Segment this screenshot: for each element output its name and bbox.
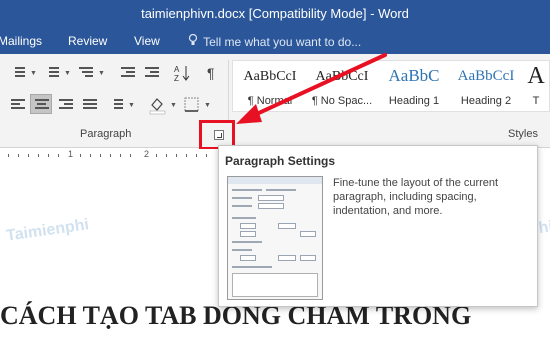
chevron-down-icon[interactable]: ▼ bbox=[170, 102, 177, 109]
tell-me-placeholder: Tell me what you want to do... bbox=[203, 35, 362, 49]
chevron-down-icon[interactable]: ▼ bbox=[128, 102, 135, 109]
ribbon-tabs: Mailings Review View Tell me what you wa… bbox=[0, 28, 550, 54]
tab-view[interactable]: View bbox=[134, 34, 160, 48]
style-heading-2[interactable]: AaBbCcI Heading 2 bbox=[451, 61, 521, 113]
word-window: taimienphivn.docx [Compatibility Mode] -… bbox=[0, 0, 550, 347]
line-spacing-button[interactable] bbox=[104, 94, 126, 114]
justify-icon bbox=[83, 99, 97, 111]
borders-button[interactable] bbox=[180, 94, 202, 114]
decrease-indent-button[interactable] bbox=[116, 62, 138, 82]
style-name: Heading 1 bbox=[388, 95, 440, 107]
svg-text:A: A bbox=[174, 65, 180, 74]
bullets-button[interactable] bbox=[6, 62, 28, 82]
style-sample: AaBbCcI bbox=[315, 69, 369, 84]
align-center-icon bbox=[35, 99, 49, 111]
line-spacing-icon bbox=[109, 99, 123, 111]
sort-button[interactable]: AZ bbox=[170, 62, 192, 83]
style-title[interactable]: A T bbox=[521, 61, 550, 113]
sort-icon: AZ bbox=[174, 65, 190, 83]
style-heading-1[interactable]: AaBbC Heading 1 bbox=[379, 61, 449, 113]
increase-indent-button[interactable] bbox=[140, 62, 162, 82]
style-normal[interactable]: AaBbCcI ¶ Normal bbox=[235, 61, 305, 113]
pilcrow-icon: ¶ bbox=[207, 65, 215, 81]
align-right-button[interactable] bbox=[54, 94, 76, 114]
numbering-button[interactable] bbox=[40, 62, 62, 82]
align-left-icon bbox=[11, 99, 25, 111]
style-name: ¶ No Spac... bbox=[311, 95, 373, 107]
ruler-number: 2 bbox=[144, 149, 150, 159]
tell-me-box[interactable]: Tell me what you want to do... bbox=[188, 33, 362, 49]
title-bar: taimienphivn.docx [Compatibility Mode] -… bbox=[0, 0, 550, 28]
multilevel-list-button[interactable] bbox=[74, 62, 96, 82]
style-sample: A bbox=[527, 63, 545, 89]
styles-gallery: AaBbCcI ¶ Normal AaBbCcI ¶ No Spac... Aa… bbox=[232, 60, 550, 112]
style-name: Heading 2 bbox=[460, 95, 512, 107]
style-name: ¶ Normal bbox=[247, 95, 293, 107]
chevron-down-icon[interactable]: ▼ bbox=[98, 70, 105, 77]
justify-button[interactable] bbox=[78, 94, 100, 114]
window-title: taimienphivn.docx [Compatibility Mode] -… bbox=[141, 6, 409, 21]
borders-icon bbox=[184, 97, 199, 112]
style-sample: AaBbCcI bbox=[457, 68, 515, 84]
bullets-icon bbox=[11, 67, 25, 79]
style-sample: AaBbC bbox=[388, 66, 440, 85]
tab-mailings[interactable]: Mailings bbox=[0, 34, 42, 48]
ruler-number: 1 bbox=[68, 149, 74, 159]
chevron-down-icon[interactable]: ▼ bbox=[64, 70, 71, 77]
numbering-icon bbox=[45, 67, 59, 79]
align-center-button[interactable] bbox=[30, 94, 52, 114]
paragraph-dialog-thumbnail bbox=[227, 176, 323, 300]
paint-bucket-icon bbox=[149, 98, 166, 115]
multilevel-list-icon bbox=[79, 67, 93, 79]
increase-indent-icon bbox=[145, 67, 159, 79]
chevron-down-icon[interactable]: ▼ bbox=[30, 70, 37, 77]
lightbulb-icon bbox=[188, 33, 200, 49]
align-left-button[interactable] bbox=[6, 94, 28, 114]
decrease-indent-icon bbox=[121, 67, 135, 79]
tooltip-description: Fine-tune the layout of the current para… bbox=[333, 177, 499, 217]
align-right-icon bbox=[59, 99, 73, 111]
style-name: T bbox=[532, 95, 540, 107]
tooltip-title: Paragraph Settings bbox=[225, 154, 336, 168]
style-sample: AaBbCcI bbox=[243, 69, 297, 84]
svg-text:Z: Z bbox=[174, 74, 179, 83]
paragraph-settings-tooltip: Paragraph Settings Fine-tune the layout … bbox=[218, 145, 538, 307]
svg-text:¶: ¶ bbox=[207, 65, 215, 81]
group-divider bbox=[228, 60, 229, 122]
paragraph-group-label: Paragraph bbox=[80, 128, 132, 140]
styles-group-label: Styles bbox=[508, 128, 538, 140]
shading-button[interactable] bbox=[146, 94, 168, 115]
tab-review[interactable]: Review bbox=[68, 34, 107, 48]
ribbon: ▼ ▼ ▼ AZ ¶ ▼ ▼ ▼ Paragraph AaBbCcI ¶ Nor… bbox=[0, 54, 550, 148]
style-no-spacing[interactable]: AaBbCcI ¶ No Spac... bbox=[307, 61, 377, 113]
chevron-down-icon[interactable]: ▼ bbox=[204, 102, 211, 109]
show-formatting-button[interactable]: ¶ bbox=[200, 62, 222, 82]
